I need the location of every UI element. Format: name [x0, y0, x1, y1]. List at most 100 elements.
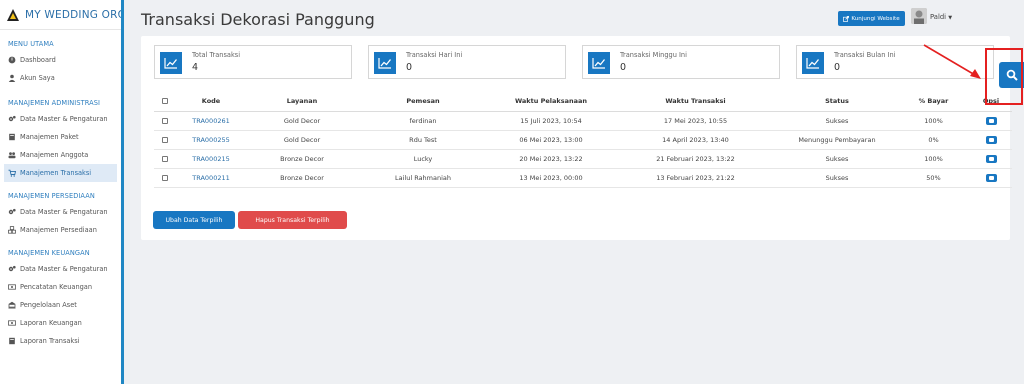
row-checkbox[interactable]	[162, 136, 168, 143]
sidebar-item-manajemen-paket[interactable]: Manajemen Paket	[0, 128, 121, 146]
cell-waktu-transaksi: 14 April 2023, 13:40	[614, 130, 777, 150]
transaction-code-link[interactable]: TRA000215	[176, 149, 246, 169]
cell-persen-bayar: 50%	[897, 168, 970, 188]
detail-button-icon[interactable]	[985, 116, 997, 125]
transaction-code-link[interactable]: TRA000261	[176, 111, 246, 131]
column-header-pemesan[interactable]: Pemesan	[358, 92, 488, 112]
cell-pemesan: Rdu Test	[358, 130, 488, 150]
row-options-cell	[970, 130, 1012, 150]
stat-value: 0	[834, 62, 841, 73]
sidebar-item-label: Akun Saya	[20, 74, 55, 82]
cell-persen-bayar: 0%	[897, 130, 970, 150]
sidebar-item-manajemen-anggota[interactable]: Manajemen Anggota	[0, 146, 121, 164]
cell-pemesan: Lucky	[358, 149, 488, 169]
boxes-icon	[8, 226, 16, 234]
table-header-row: Kode Layanan Pemesan Waktu Pelaksanaan W…	[154, 92, 1012, 112]
stat-value: 0	[406, 62, 413, 73]
stat-label: Transaksi Hari Ini	[406, 51, 463, 59]
column-header-waktu-transaksi[interactable]: Waktu Transaksi	[614, 92, 777, 112]
cogs-icon	[8, 115, 16, 122]
delete-selected-button[interactable]: Hapus Transaksi Terpilih	[238, 211, 347, 229]
column-header-persen-bayar[interactable]: % Bayar	[897, 92, 970, 112]
row-checkbox[interactable]	[162, 174, 168, 181]
sidebar-item-data-master-persediaan[interactable]: Data Master & Pengaturan	[0, 203, 121, 221]
book-icon	[9, 133, 15, 141]
detail-button-icon[interactable]	[985, 135, 997, 144]
cell-waktu-transaksi: 13 Februari 2023, 21:22	[614, 168, 777, 188]
sidebar-item-label: Manajemen Transaksi	[20, 169, 92, 177]
stat-label: Transaksi Minggu Ini	[620, 51, 687, 59]
cell-status: Sukses	[777, 111, 897, 131]
chart-line-icon	[374, 52, 396, 74]
section-manajemen-keuangan: MANAJEMEN KEUANGAN	[8, 249, 90, 257]
visit-website-button[interactable]: Kunjungi Website	[838, 11, 905, 26]
chart-line-icon	[160, 52, 182, 74]
column-header-waktu-pelaksanaan[interactable]: Waktu Pelaksanaan	[488, 92, 614, 112]
avatar[interactable]	[911, 8, 927, 24]
sidebar-item-label: Pengelolaan Aset	[20, 301, 77, 309]
table-row: TRA000215 Bronze Decor Lucky 20 Mei 2023…	[154, 149, 1012, 169]
sidebar-item-label: Laporan Transaksi	[20, 337, 80, 345]
sidebar-item-laporan-keuangan[interactable]: Laporan Keuangan	[0, 314, 121, 332]
row-checkbox[interactable]	[162, 117, 168, 124]
cart-icon	[8, 169, 16, 177]
cogs-icon	[8, 265, 16, 272]
sidebar-item-laporan-transaksi[interactable]: Laporan Transaksi	[0, 332, 121, 350]
sidebar-item-label: Data Master & Pengaturan	[20, 115, 108, 123]
column-header-status[interactable]: Status	[777, 92, 897, 112]
cell-layanan: Gold Decor	[246, 130, 358, 150]
annotation-highlight-box	[985, 48, 1023, 105]
column-header-layanan[interactable]: Layanan	[246, 92, 358, 112]
sidebar-item-pengelolaan-aset[interactable]: Pengelolaan Aset	[0, 296, 121, 314]
brand-logo-icon	[7, 8, 19, 21]
external-link-icon	[843, 15, 850, 22]
edit-selected-button[interactable]: Ubah Data Terpilih	[153, 211, 235, 229]
table-row: TRA000211 Bronze Decor Lailul Rahmaniah …	[154, 168, 1012, 188]
detail-button-icon[interactable]	[985, 154, 997, 163]
user-icon	[8, 74, 16, 82]
sidebar-item-label: Pencatatan Keuangan	[20, 283, 93, 291]
stat-card-today: Transaksi Hari Ini 0	[368, 45, 566, 79]
transaction-code-link[interactable]: TRA000255	[176, 130, 246, 150]
sidebar: MY WEDDING ORGAN MENU UTAMA Dashboard Ak…	[0, 0, 124, 384]
brand[interactable]: MY WEDDING ORGAN	[0, 0, 121, 30]
transaction-code-link[interactable]: TRA000211	[176, 168, 246, 188]
sidebar-item-data-master-keuangan[interactable]: Data Master & Pengaturan	[0, 260, 121, 278]
sidebar-item-pencatatan-keuangan[interactable]: Pencatatan Keuangan	[0, 278, 121, 296]
sidebar-item-label: Data Master & Pengaturan	[20, 265, 108, 273]
cell-pemesan: Lailul Rahmaniah	[358, 168, 488, 188]
stat-label: Total Transaksi	[192, 51, 241, 59]
cell-status: Sukses	[777, 168, 897, 188]
cell-waktu-transaksi: 17 Mei 2023, 10:55	[614, 111, 777, 131]
sidebar-item-manajemen-persediaan[interactable]: Manajemen Persediaan	[0, 221, 121, 239]
chart-line-icon	[802, 52, 824, 74]
sidebar-item-data-master-admin[interactable]: Data Master & Pengaturan	[0, 110, 121, 128]
money-icon	[8, 320, 16, 326]
column-header-kode[interactable]: Kode	[176, 92, 246, 112]
sidebar-item-akun-saya[interactable]: Akun Saya	[0, 69, 121, 87]
row-checkbox[interactable]	[162, 155, 168, 162]
row-select-cell	[154, 111, 176, 131]
stat-card-total: Total Transaksi 4	[154, 45, 352, 79]
sidebar-item-label: Manajemen Anggota	[20, 151, 89, 159]
cell-waktu-pelaksanaan: 20 Mei 2023, 13:22	[488, 149, 614, 169]
sidebar-item-label: Data Master & Pengaturan	[20, 208, 108, 216]
row-options-cell	[970, 111, 1012, 131]
book-icon	[9, 337, 15, 345]
sidebar-item-label: Manajemen Paket	[20, 133, 79, 141]
row-select-cell	[154, 149, 176, 169]
row-select-cell	[154, 130, 176, 150]
detail-button-icon[interactable]	[985, 173, 997, 182]
transactions-table: Kode Layanan Pemesan Waktu Pelaksanaan W…	[154, 92, 1012, 188]
cell-persen-bayar: 100%	[897, 111, 970, 131]
cell-waktu-pelaksanaan: 13 Mei 2023, 00:00	[488, 168, 614, 188]
section-manajemen-administrasi: MANAJEMEN ADMINISTRASI	[8, 99, 101, 107]
visit-website-label: Kunjungi Website	[851, 15, 900, 22]
sidebar-item-dashboard[interactable]: Dashboard	[0, 51, 121, 69]
sidebar-item-manajemen-transaksi[interactable]: Manajemen Transaksi	[4, 164, 117, 182]
brand-name: MY WEDDING ORGAN	[25, 8, 121, 21]
select-all-cell	[154, 92, 176, 112]
user-menu[interactable]: Paldi ▼	[930, 13, 952, 21]
select-all-checkbox[interactable]	[162, 98, 168, 105]
user-name: Paldi	[930, 13, 947, 21]
